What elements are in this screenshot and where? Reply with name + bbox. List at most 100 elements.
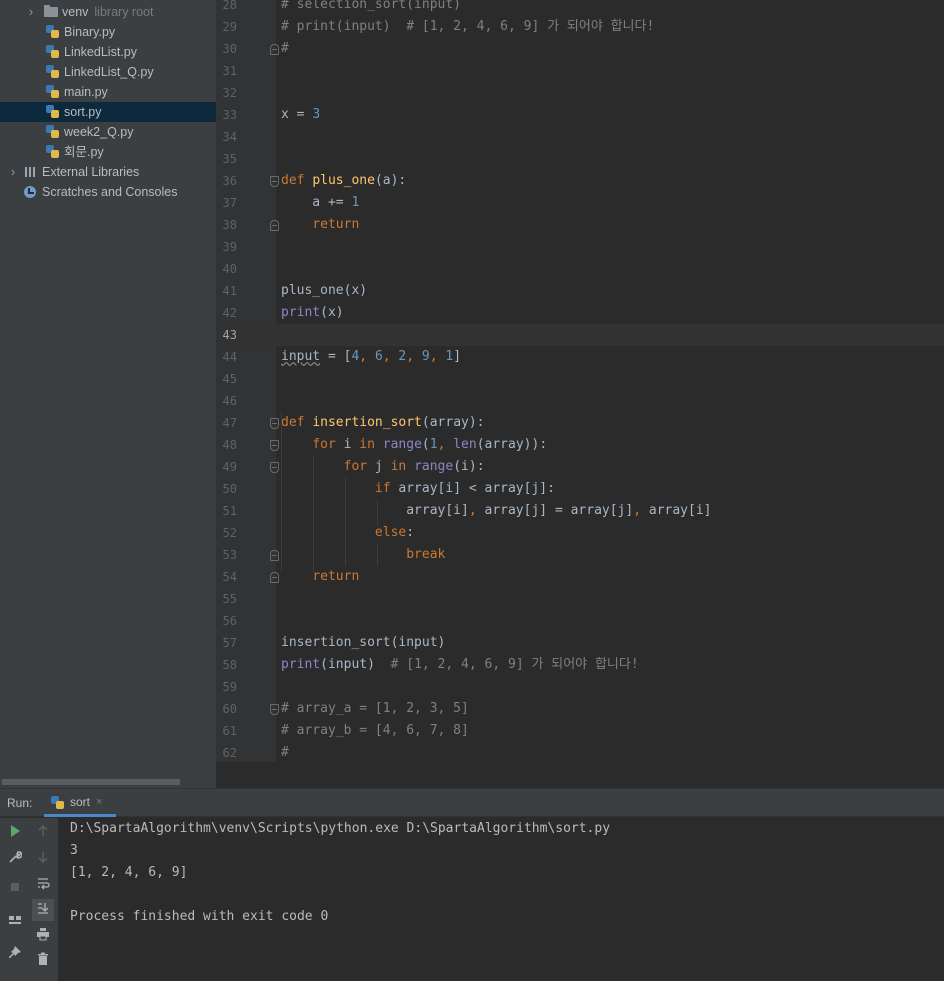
scrollbar-thumb[interactable]	[2, 779, 180, 785]
code-text: for j in range(i):	[343, 459, 485, 474]
code-text: print(x)	[281, 305, 344, 320]
code-line[interactable]: 51 array[i], array[j] = array[j], array[…	[216, 500, 944, 522]
line-number: 59	[222, 680, 237, 694]
code-line[interactable]: 56	[216, 610, 944, 632]
code-line[interactable]: 45	[216, 368, 944, 390]
tree-item[interactable]: › venv library root	[0, 2, 216, 22]
code-line[interactable]: 58 print(input) # [1, 2, 4, 6, 9] 가 되어야 합…	[216, 654, 944, 676]
python-file-icon	[46, 45, 60, 59]
code-line[interactable]: 35	[216, 148, 944, 170]
code-line[interactable]: 55	[216, 588, 944, 610]
code-line[interactable]: 60 # array_a = [1, 2, 3, 5]	[216, 698, 944, 720]
line-number: 40	[222, 262, 237, 276]
tree-item[interactable]: Scratches and Consoles	[0, 182, 216, 202]
code-line[interactable]: 52 else:	[216, 522, 944, 544]
code-line[interactable]: 42 print(x)	[216, 302, 944, 324]
tree-item[interactable]: 회문.py	[0, 142, 216, 162]
fold-marker-icon[interactable]	[270, 176, 279, 187]
code-line[interactable]: 43	[216, 324, 944, 346]
print-icon[interactable]	[32, 925, 54, 947]
fold-marker-icon[interactable]	[270, 704, 279, 715]
layout-icon[interactable]	[4, 911, 26, 933]
code-text: # array_a = [1, 2, 3, 5]	[281, 701, 469, 716]
code-line[interactable]: 28 # selection_sort(input)	[216, 0, 944, 16]
stop-icon[interactable]	[4, 878, 26, 900]
scroll-up-icon[interactable]	[32, 822, 54, 844]
code-line[interactable]: 31	[216, 60, 944, 82]
tree-item[interactable]: week2_Q.py	[0, 122, 216, 142]
expand-chevron-icon[interactable]: ›	[26, 2, 36, 22]
code-line[interactable]: 57 insertion_sort(input)	[216, 632, 944, 654]
code-line[interactable]: 44 input = [4, 6, 2, 9, 1]	[216, 346, 944, 368]
tree-item[interactable]: LinkedList_Q.py	[0, 62, 216, 82]
line-number: 55	[222, 592, 237, 606]
code-line[interactable]: 30 #	[216, 38, 944, 60]
line-number: 30	[222, 42, 237, 56]
code-text: input = [4, 6, 2, 9, 1]	[281, 349, 462, 364]
code-line[interactable]: 41 plus_one(x)	[216, 280, 944, 302]
line-number: 34	[222, 130, 237, 144]
line-number: 41	[222, 284, 237, 298]
fold-marker-icon[interactable]	[270, 572, 279, 583]
fold-marker-icon[interactable]	[270, 462, 279, 473]
python-file-icon	[46, 145, 60, 159]
scroll-down-icon[interactable]	[32, 848, 54, 870]
code-line[interactable]: 62 #	[216, 742, 944, 764]
code-line[interactable]: 36 def plus_one(a):	[216, 170, 944, 192]
line-number: 38	[222, 218, 237, 232]
wrench-icon[interactable]	[4, 848, 26, 870]
fold-marker-icon[interactable]	[270, 418, 279, 429]
line-number: 62	[222, 746, 237, 760]
rerun-icon[interactable]	[4, 822, 26, 844]
code-line[interactable]: 49 for j in range(i):	[216, 456, 944, 478]
tree-item-label: Binary.py	[64, 22, 115, 42]
tree-item[interactable]: › External Libraries	[0, 162, 216, 182]
tree-item-text: LinkedList_Q.py	[64, 65, 154, 79]
code-line[interactable]: 29 # print(input) # [1, 2, 4, 6, 9] 가 되어야…	[216, 16, 944, 38]
tree-item[interactable]: Binary.py	[0, 22, 216, 42]
fold-marker-icon[interactable]	[270, 44, 279, 55]
tree-item[interactable]: LinkedList.py	[0, 42, 216, 62]
fold-marker-icon[interactable]	[270, 440, 279, 451]
code-line[interactable]: 54 return	[216, 566, 944, 588]
tree-item-text: LinkedList.py	[64, 45, 137, 59]
tree-item-text: Scratches and Consoles	[42, 185, 178, 199]
code-line[interactable]: 48 for i in range(1, len(array)):	[216, 434, 944, 456]
code-line[interactable]: 39	[216, 236, 944, 258]
fold-marker-icon[interactable]	[270, 550, 279, 561]
line-number: 29	[222, 20, 237, 34]
tree-item-label: sort.py	[64, 102, 102, 122]
code-line[interactable]: 34	[216, 126, 944, 148]
scratch-icon	[24, 186, 36, 198]
code-line[interactable]: 59	[216, 676, 944, 698]
code-line[interactable]: 61 # array_b = [4, 6, 7, 8]	[216, 720, 944, 742]
code-line[interactable]: 40	[216, 258, 944, 280]
code-line[interactable]: 47 def insertion_sort(array):	[216, 412, 944, 434]
code-line[interactable]: 50 if array[i] < array[j]:	[216, 478, 944, 500]
code-line[interactable]: 53 break	[216, 544, 944, 566]
tree-item[interactable]: main.py	[0, 82, 216, 102]
indent-guide	[345, 478, 346, 566]
code-text: print(input) # [1, 2, 4, 6, 9] 가 되어야 합니다…	[281, 657, 639, 672]
expand-chevron-icon[interactable]: ›	[8, 162, 18, 182]
line-number: 54	[222, 570, 237, 584]
close-tab-icon[interactable]: ×	[96, 789, 102, 816]
code-editor[interactable]: 28 # selection_sort(input) 29 # print(input…	[216, 0, 944, 788]
run-tab-sort[interactable]: sort ×	[44, 789, 116, 817]
code-text: plus_one(x)	[281, 283, 368, 298]
console-line: D:\SpartaAlgorithm\venv\Scripts\python.e…	[70, 821, 611, 836]
fold-marker-icon[interactable]	[270, 220, 279, 231]
code-line[interactable]: 32	[216, 82, 944, 104]
tree-item[interactable]: sort.py	[0, 102, 216, 122]
trash-icon[interactable]	[32, 950, 54, 972]
console-output[interactable]: D:\SpartaAlgorithm\venv\Scripts\python.e…	[70, 818, 610, 928]
project-horizontal-scrollbar[interactable]	[0, 776, 216, 788]
scroll-to-end-icon[interactable]	[32, 899, 54, 921]
pin-icon[interactable]	[4, 944, 26, 966]
code-line[interactable]: 37 a += 1	[216, 192, 944, 214]
code-line[interactable]: 46	[216, 390, 944, 412]
soft-wrap-icon[interactable]	[32, 874, 54, 896]
code-line[interactable]: 33 x = 3	[216, 104, 944, 126]
code-line[interactable]: 38 return	[216, 214, 944, 236]
